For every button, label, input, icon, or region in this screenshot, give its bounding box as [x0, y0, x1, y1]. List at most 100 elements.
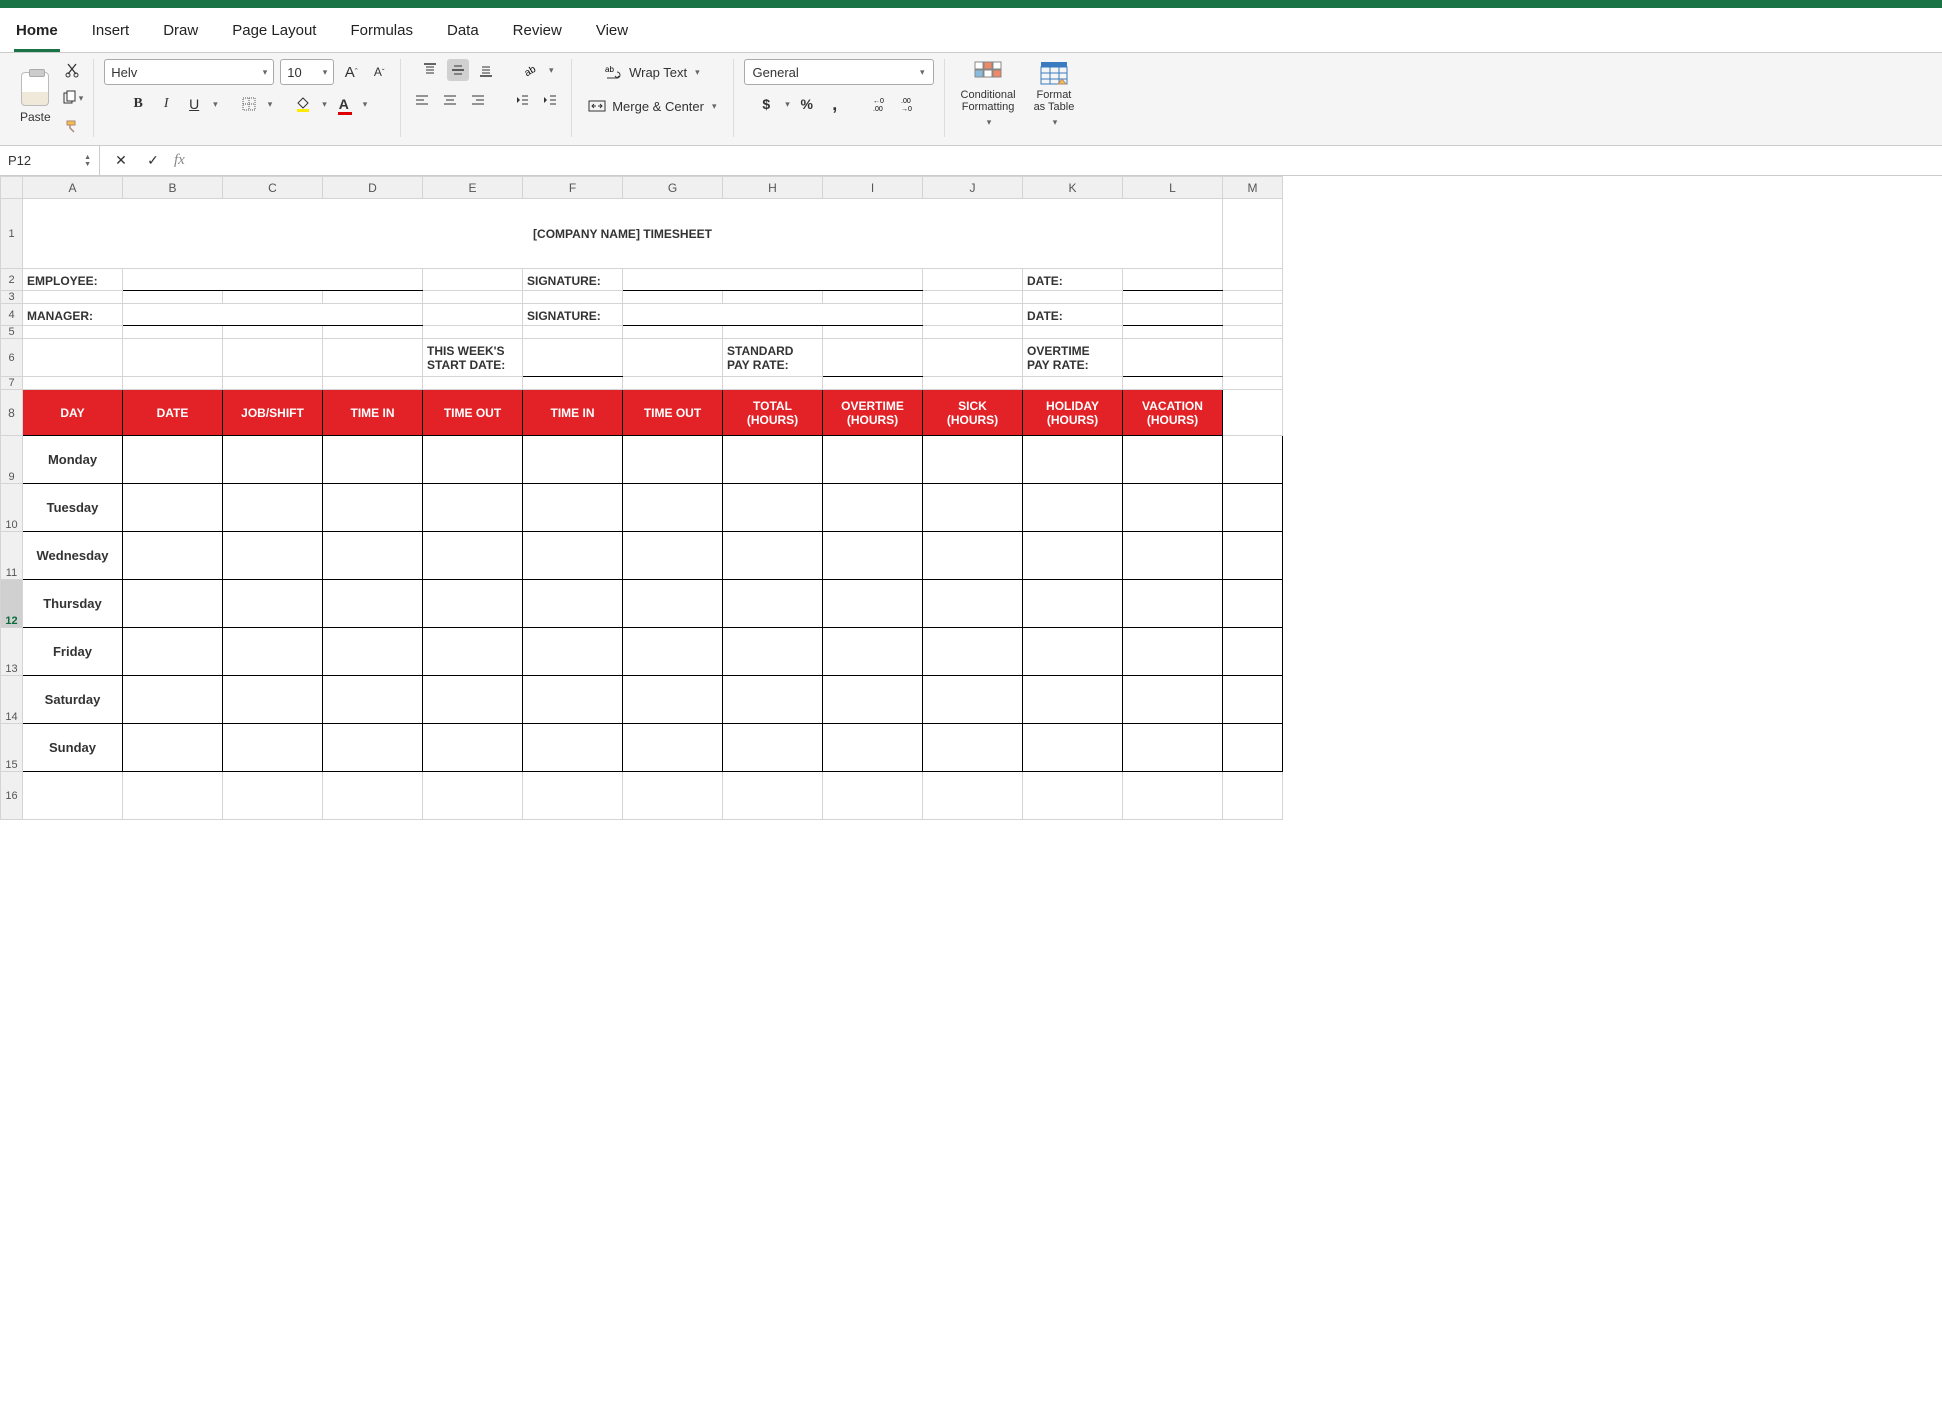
cell-C3[interactable] — [223, 291, 323, 304]
align-center-icon[interactable] — [439, 89, 461, 111]
cell-K5[interactable] — [1023, 326, 1123, 339]
cell-B3[interactable] — [123, 291, 223, 304]
cell-L7[interactable] — [1123, 377, 1223, 390]
table-cell-r14-c10[interactable] — [1023, 676, 1123, 724]
cell-M7[interactable] — [1223, 377, 1283, 390]
table-cell-r14-c7[interactable] — [723, 676, 823, 724]
name-box-up-icon[interactable]: ▲ — [84, 154, 91, 161]
employee-field[interactable] — [123, 269, 423, 291]
row-header-5[interactable]: 5 — [1, 326, 23, 339]
table-cell-r14-c8[interactable] — [823, 676, 923, 724]
table-cell-r11-c6[interactable] — [623, 532, 723, 580]
cell-J5[interactable] — [923, 326, 1023, 339]
table-cell-r10-c1[interactable] — [123, 484, 223, 532]
table-cell-r15-c2[interactable] — [223, 724, 323, 772]
table-cell-r13-c8[interactable] — [823, 628, 923, 676]
decrease-decimal-icon[interactable]: .00→0 — [900, 93, 922, 115]
tab-data[interactable]: Data — [445, 16, 481, 52]
table-cell-r13-c10[interactable] — [1023, 628, 1123, 676]
fx-icon[interactable]: fx — [174, 152, 185, 169]
col-header-H[interactable]: H — [723, 177, 823, 199]
number-format-select[interactable]: General▾ — [744, 59, 934, 85]
row-header-10[interactable]: 10 — [1, 484, 23, 532]
table-cell-r13-c11[interactable] — [1123, 628, 1223, 676]
day-wednesday[interactable]: Wednesday — [23, 532, 123, 580]
cell-J6[interactable] — [923, 339, 1023, 377]
table-cell-r15-c10[interactable] — [1023, 724, 1123, 772]
col-header-D[interactable]: D — [323, 177, 423, 199]
cell-M10[interactable] — [1223, 484, 1283, 532]
font-size-select[interactable]: 10▾ — [280, 59, 334, 85]
cell-B6[interactable] — [123, 339, 223, 377]
label-ot-rate[interactable]: OVERTIMEPAY RATE: — [1023, 339, 1123, 377]
day-sunday[interactable]: Sunday — [23, 724, 123, 772]
table-cell-r15-c8[interactable] — [823, 724, 923, 772]
copy-icon[interactable]: ▾ — [61, 87, 84, 109]
tab-formulas[interactable]: Formulas — [348, 16, 415, 52]
tab-view[interactable]: View — [594, 16, 630, 52]
table-cell-r9-c10[interactable] — [1023, 436, 1123, 484]
select-all-corner[interactable] — [1, 177, 23, 199]
table-cell-r12-c6[interactable] — [623, 580, 723, 628]
day-saturday[interactable]: Saturday — [23, 676, 123, 724]
cell-M3[interactable] — [1223, 291, 1283, 304]
cell-G6[interactable] — [623, 339, 723, 377]
week-start-field[interactable] — [523, 339, 623, 377]
wrap-text-button[interactable]: ab Wrap Text▾ — [599, 59, 706, 85]
table-cell-r14-c11[interactable] — [1123, 676, 1223, 724]
cell-E7[interactable] — [423, 377, 523, 390]
table-cell-r11-c10[interactable] — [1023, 532, 1123, 580]
table-cell-r13-c7[interactable] — [723, 628, 823, 676]
table-cell-r13-c4[interactable] — [423, 628, 523, 676]
table-cell-r14-c4[interactable] — [423, 676, 523, 724]
row-header-11[interactable]: 11 — [1, 532, 23, 580]
table-cell-r10-c5[interactable] — [523, 484, 623, 532]
table-cell-r15-c7[interactable] — [723, 724, 823, 772]
label-date-1[interactable]: DATE: — [1023, 269, 1123, 291]
table-cell-r15-c1[interactable] — [123, 724, 223, 772]
cell-G5[interactable] — [623, 326, 723, 339]
cell-K7[interactable] — [1023, 377, 1123, 390]
tab-review[interactable]: Review — [511, 16, 564, 52]
table-cell-r10-c4[interactable] — [423, 484, 523, 532]
decrease-indent-icon[interactable] — [511, 89, 533, 111]
borders-dropdown[interactable]: ▾ — [268, 99, 273, 110]
cell-B16[interactable] — [123, 772, 223, 820]
table-cell-r9-c2[interactable] — [223, 436, 323, 484]
cell-M16[interactable] — [1223, 772, 1283, 820]
table-cell-r12-c10[interactable] — [1023, 580, 1123, 628]
font-name-select[interactable]: Helv▾ — [104, 59, 274, 85]
cell-C5[interactable] — [223, 326, 323, 339]
font-color-button[interactable]: A — [333, 93, 355, 115]
cell-L16[interactable] — [1123, 772, 1223, 820]
cell-E4[interactable] — [423, 304, 523, 326]
table-cell-r10-c2[interactable] — [223, 484, 323, 532]
table-cell-r12-c4[interactable] — [423, 580, 523, 628]
table-cell-r9-c11[interactable] — [1123, 436, 1223, 484]
row-header-2[interactable]: 2 — [1, 269, 23, 291]
font-color-dropdown[interactable]: ▾ — [363, 99, 368, 110]
label-date-2[interactable]: DATE: — [1023, 304, 1123, 326]
table-cell-r14-c5[interactable] — [523, 676, 623, 724]
tab-home[interactable]: Home — [14, 16, 60, 52]
cell-D5[interactable] — [323, 326, 423, 339]
cell-F3[interactable] — [523, 291, 623, 304]
table-cell-r13-c6[interactable] — [623, 628, 723, 676]
table-header-5[interactable]: TIME IN — [523, 390, 623, 436]
name-box[interactable]: P12 ▲▼ — [0, 146, 100, 175]
table-cell-r11-c11[interactable] — [1123, 532, 1223, 580]
cell-M12[interactable] — [1223, 580, 1283, 628]
merge-center-button[interactable]: Merge & Center▾ — [582, 93, 722, 119]
cell-G16[interactable] — [623, 772, 723, 820]
cancel-formula-icon[interactable]: ✕ — [110, 150, 132, 172]
table-cell-r9-c1[interactable] — [123, 436, 223, 484]
cell-M5[interactable] — [1223, 326, 1283, 339]
day-monday[interactable]: Monday — [23, 436, 123, 484]
table-header-4[interactable]: TIME OUT — [423, 390, 523, 436]
align-right-icon[interactable] — [467, 89, 489, 111]
table-cell-r12-c8[interactable] — [823, 580, 923, 628]
manager-field[interactable] — [123, 304, 423, 326]
table-cell-r10-c11[interactable] — [1123, 484, 1223, 532]
table-cell-r11-c5[interactable] — [523, 532, 623, 580]
cell-A7[interactable] — [23, 377, 123, 390]
